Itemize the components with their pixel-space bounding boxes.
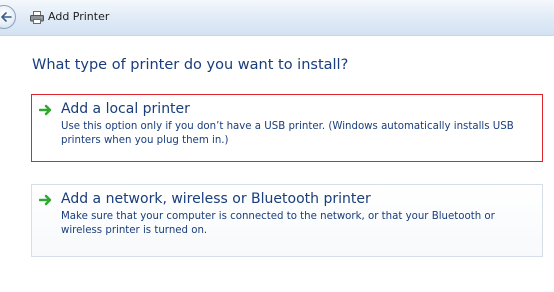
option-title: Add a local printer [61, 101, 190, 117]
green-arrow-icon [39, 194, 52, 206]
title-bar: Add Printer [0, 0, 554, 36]
option-description: Use this option only if you don’t have a… [61, 121, 514, 146]
printer-icon [30, 11, 44, 24]
add-local-printer-option[interactable]: Add a local printer Use this option only… [31, 94, 543, 162]
option-title: Add a network, wireless or Bluetooth pri… [61, 191, 371, 207]
back-button[interactable] [0, 5, 16, 29]
add-network-printer-option[interactable]: Add a network, wireless or Bluetooth pri… [31, 184, 543, 257]
window-title: Add Printer [48, 10, 110, 23]
green-arrow-icon [39, 104, 52, 116]
page-heading: What type of printer do you want to inst… [32, 57, 349, 73]
back-arrow-icon [1, 12, 12, 22]
option-description: Make sure that your computer is connecte… [61, 211, 495, 236]
